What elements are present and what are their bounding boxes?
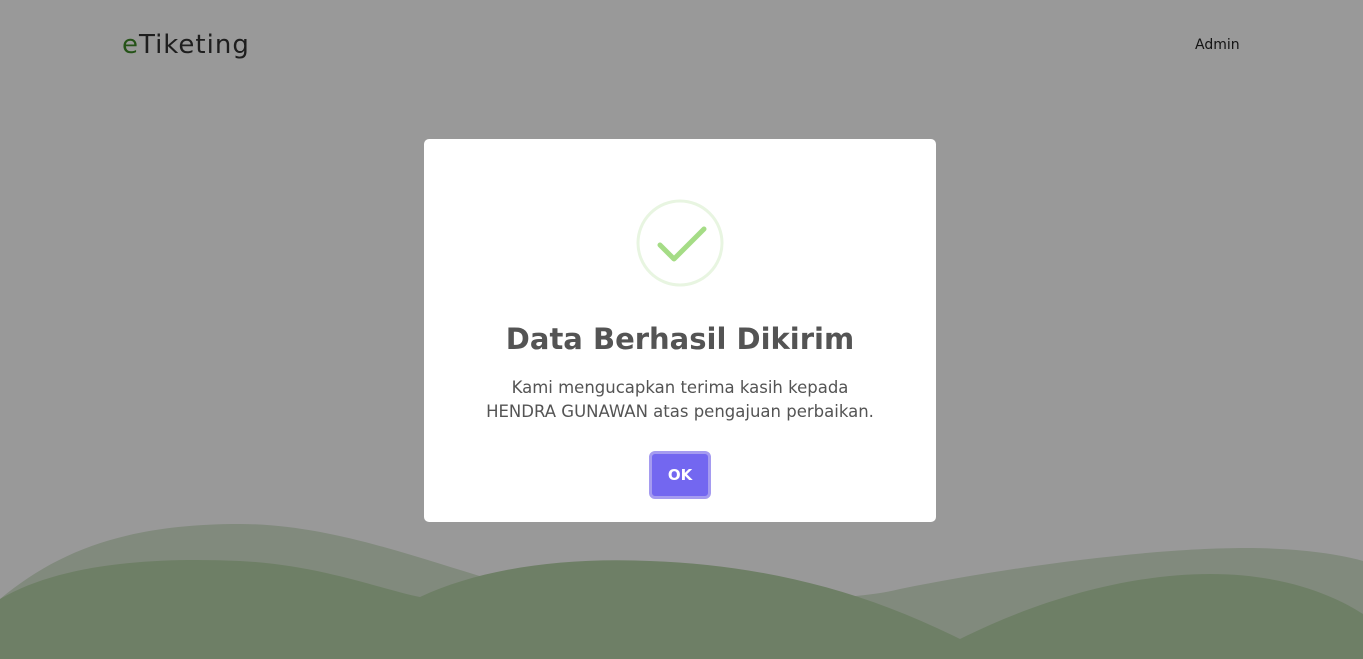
success-dialog: Data Berhasil Dikirim Kami mengucapkan t… [424, 139, 936, 522]
dialog-title: Data Berhasil Dikirim [505, 322, 855, 356]
dialog-message: Kami mengucapkan terima kasih kepada HEN… [486, 378, 874, 421]
ok-button[interactable]: OK [649, 451, 711, 499]
check-circle-icon [636, 199, 724, 287]
